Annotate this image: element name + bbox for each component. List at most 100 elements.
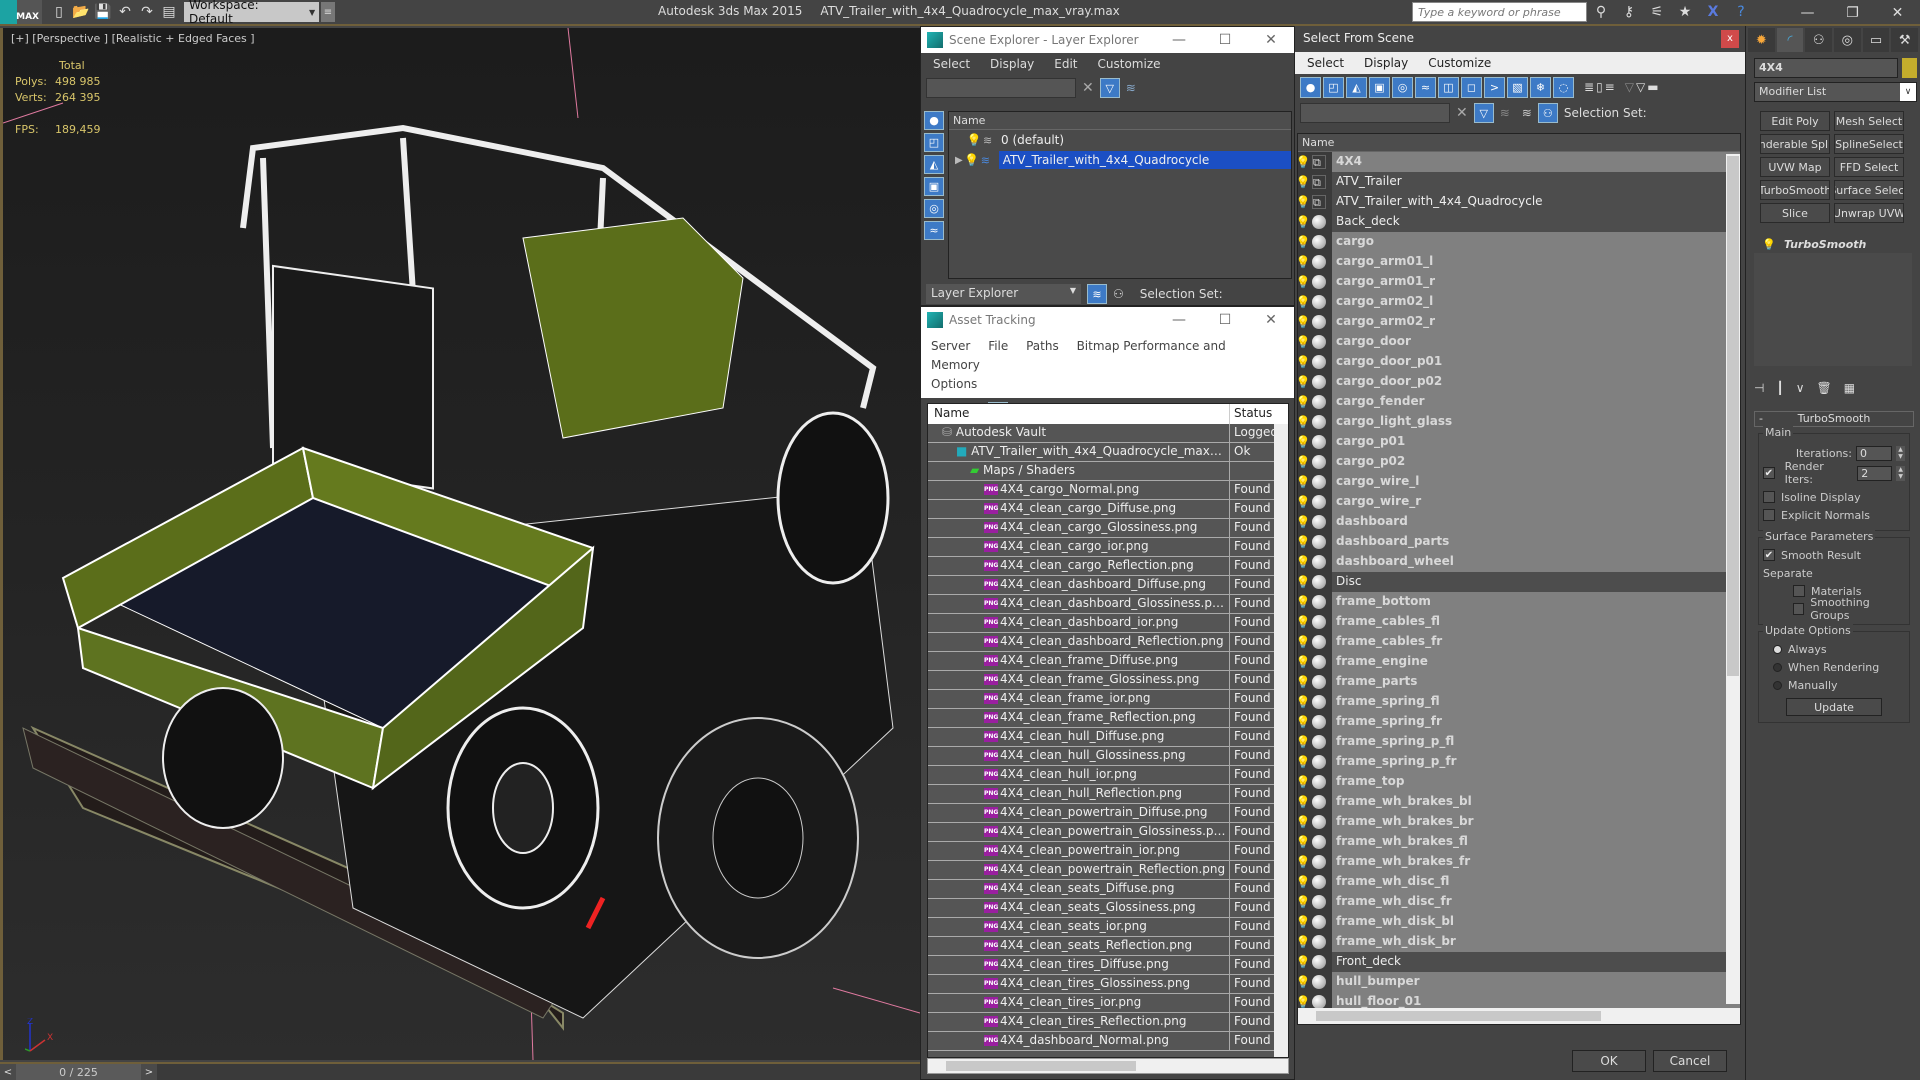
lightbulb-icon[interactable]: 💡: [1298, 155, 1310, 169]
asset-row[interactable]: PNG 4X4_clean_cargo_ior.png Found: [928, 538, 1288, 557]
asset-row[interactable]: PNG 4X4_clean_hull_Reflection.png Found: [928, 785, 1288, 804]
asset-row[interactable]: PNG 4X4_clean_cargo_Reflection.png Found: [928, 557, 1288, 576]
scene-object-row[interactable]: 💡 frame_bottom: [1298, 592, 1740, 612]
lights-filter-icon[interactable]: ◭: [924, 155, 944, 174]
undo-icon[interactable]: ↶: [114, 2, 136, 22]
layers-icon[interactable]: ≋: [1522, 106, 1532, 120]
lightbulb-icon[interactable]: 💡: [1298, 895, 1310, 909]
object-color-swatch[interactable]: [1902, 58, 1917, 78]
lightbulb-icon[interactable]: 💡: [1298, 355, 1310, 369]
scene-object-row[interactable]: 💡 dashboard_wheel: [1298, 552, 1740, 572]
collapse-icon[interactable]: ▬: [1647, 80, 1658, 94]
search-input[interactable]: [1300, 103, 1450, 123]
lightbulb-icon[interactable]: 💡: [1298, 775, 1310, 789]
binoculars-icon[interactable]: ⚲: [1590, 2, 1612, 22]
hierarchy-icon[interactable]: ⚇: [1113, 287, 1124, 301]
spacewarps-filter-icon[interactable]: ≈: [1415, 76, 1436, 98]
asset-row[interactable]: PNG 4X4_clean_frame_ior.png Found: [928, 690, 1288, 709]
layer-row[interactable]: 💡 ≋ 0 (default): [949, 130, 1291, 150]
menu-bitmap-performance[interactable]: Bitmap Performance and Memory: [931, 339, 1226, 372]
bones-filter-icon[interactable]: >: [1484, 76, 1505, 98]
scene-object-row[interactable]: 💡 cargo_p01: [1298, 432, 1740, 452]
lightbulb-icon[interactable]: 💡: [1298, 595, 1310, 609]
modifier-button[interactable]: SplineSelect: [1834, 134, 1904, 154]
frozen-filter-icon[interactable]: ❄: [1530, 76, 1551, 98]
shapes-filter-icon[interactable]: ◰: [1323, 76, 1344, 98]
scrollbar-thumb[interactable]: [1727, 156, 1739, 676]
menu-display[interactable]: Display: [1364, 56, 1408, 70]
lightbulb-icon[interactable]: 💡: [1298, 995, 1310, 1009]
asset-row[interactable]: PNG 4X4_clean_powertrain_Glossiness.png Fo…: [928, 823, 1288, 842]
name-column-header[interactable]: Name: [1298, 134, 1740, 152]
asset-row[interactable]: PNG 4X4_clean_frame_Diffuse.png Found: [928, 652, 1288, 671]
asset-row[interactable]: ▰ Maps / Shaders: [928, 462, 1288, 481]
manually-radio[interactable]: [1773, 680, 1782, 690]
time-slider-thumb[interactable]: 0 / 225: [16, 1064, 141, 1080]
layer-add-icon[interactable]: ≋: [1500, 106, 1510, 120]
scene-explorer-titlebar[interactable]: Scene Explorer - Layer Explorer — ☐ ✕: [921, 27, 1294, 53]
clear-search-icon[interactable]: ✕: [1082, 80, 1094, 96]
vertical-scrollbar[interactable]: [1726, 154, 1740, 1004]
name-column-header[interactable]: Name: [928, 404, 1230, 424]
menu-server[interactable]: Server: [931, 339, 970, 353]
xrefs-filter-icon[interactable]: ◻: [1461, 76, 1482, 98]
asset-row[interactable]: PNG 4X4_clean_seats_Reflection.png Found: [928, 937, 1288, 956]
lightbulb-icon[interactable]: 💡: [1298, 395, 1310, 409]
project-folder-icon[interactable]: ▤: [158, 2, 180, 22]
scene-object-row[interactable]: 💡 frame_spring_p_fr: [1298, 752, 1740, 772]
invert-display-icon[interactable]: ≡: [1605, 80, 1615, 94]
utilities-tab-icon[interactable]: ⚒: [1891, 28, 1919, 52]
layer-hierarchy-icon[interactable]: ≋: [1087, 284, 1107, 304]
workspace-menu-button[interactable]: ≡: [321, 2, 335, 22]
lightbulb-icon[interactable]: 💡: [1298, 495, 1310, 509]
lightbulb-icon[interactable]: 💡: [1298, 295, 1310, 309]
modifier-button[interactable]: TurboSmooth: [1760, 180, 1830, 200]
scene-object-row[interactable]: 💡 Disc: [1298, 572, 1740, 592]
scene-object-row[interactable]: 💡 frame_cables_fr: [1298, 632, 1740, 652]
open-file-icon[interactable]: 📂: [70, 2, 92, 22]
lightbulb-icon[interactable]: 💡: [1298, 315, 1310, 329]
asset-row[interactable]: PNG 4X4_clean_hull_Diffuse.png Found: [928, 728, 1288, 747]
workspace-dropdown[interactable]: Workspace: Default ▼: [184, 0, 319, 26]
menu-display[interactable]: Display: [990, 57, 1034, 71]
lightbulb-icon[interactable]: 💡: [1298, 835, 1310, 849]
asset-row[interactable]: ⛁ Autodesk Vault Logged: [928, 424, 1288, 443]
scene-object-row[interactable]: 💡 dashboard_parts: [1298, 532, 1740, 552]
scene-object-row[interactable]: 💡 cargo_arm01_r: [1298, 272, 1740, 292]
lightbulb-icon[interactable]: 💡: [1298, 615, 1310, 629]
menu-select[interactable]: Select: [1307, 56, 1344, 70]
expand-arrow-icon[interactable]: ▶: [955, 155, 963, 166]
asset-row[interactable]: PNG 4X4_clean_frame_Glossiness.png Found: [928, 671, 1288, 690]
asset-row[interactable]: PNG 4X4_clean_hull_ior.png Found: [928, 766, 1288, 785]
scene-object-row[interactable]: 💡 dashboard: [1298, 512, 1740, 532]
helpers-filter-icon[interactable]: ◎: [924, 199, 944, 218]
lightbulb-icon[interactable]: 💡: [1298, 175, 1310, 189]
menu-edit[interactable]: Edit: [1054, 57, 1077, 71]
lightbulb-icon[interactable]: 💡: [1298, 915, 1310, 929]
isoline-display-checkbox[interactable]: [1763, 491, 1775, 503]
app-menu-button[interactable]: MAX: [0, 0, 42, 24]
modifier-list-dropdown[interactable]: Modifier List ∨: [1754, 82, 1917, 102]
asset-row[interactable]: PNG 4X4_clean_hull_Glossiness.png Found: [928, 747, 1288, 766]
scene-object-row[interactable]: 💡 cargo_door: [1298, 332, 1740, 352]
cancel-button[interactable]: Cancel: [1653, 1050, 1727, 1072]
cameras-filter-icon[interactable]: ▣: [924, 177, 944, 196]
filter-funnel-icon[interactable]: ▽: [1625, 80, 1634, 94]
modifier-button[interactable]: Edit Poly: [1760, 111, 1830, 131]
asset-row[interactable]: PNG 4X4_clean_tires_Diffuse.png Found: [928, 956, 1288, 975]
modifier-button[interactable]: Mesh Select: [1834, 111, 1904, 131]
pin-stack-icon[interactable]: ⊣: [1754, 381, 1764, 395]
motion-tab-icon[interactable]: ◎: [1834, 28, 1861, 52]
asset-row[interactable]: PNG 4X4_clean_frame_Reflection.png Found: [928, 709, 1288, 728]
scene-object-row[interactable]: 💡 frame_top: [1298, 772, 1740, 792]
lightbulb-icon[interactable]: 💡: [1298, 275, 1310, 289]
cameras-filter-icon[interactable]: ▣: [1369, 76, 1390, 98]
menu-paths[interactable]: Paths: [1026, 339, 1059, 353]
asset-row[interactable]: ■ ATV_Trailer_with_4x4_Quadrocycle_max_v…: [928, 443, 1288, 462]
render-iters-spinner[interactable]: 2: [1857, 465, 1893, 481]
menu-customize[interactable]: Customize: [1098, 57, 1161, 71]
lightbulb-icon[interactable]: 💡: [1298, 475, 1310, 489]
shapes-filter-icon[interactable]: ◰: [924, 133, 944, 152]
key-icon[interactable]: ⚷: [1618, 2, 1640, 22]
minimize-button[interactable]: —: [1156, 32, 1202, 48]
